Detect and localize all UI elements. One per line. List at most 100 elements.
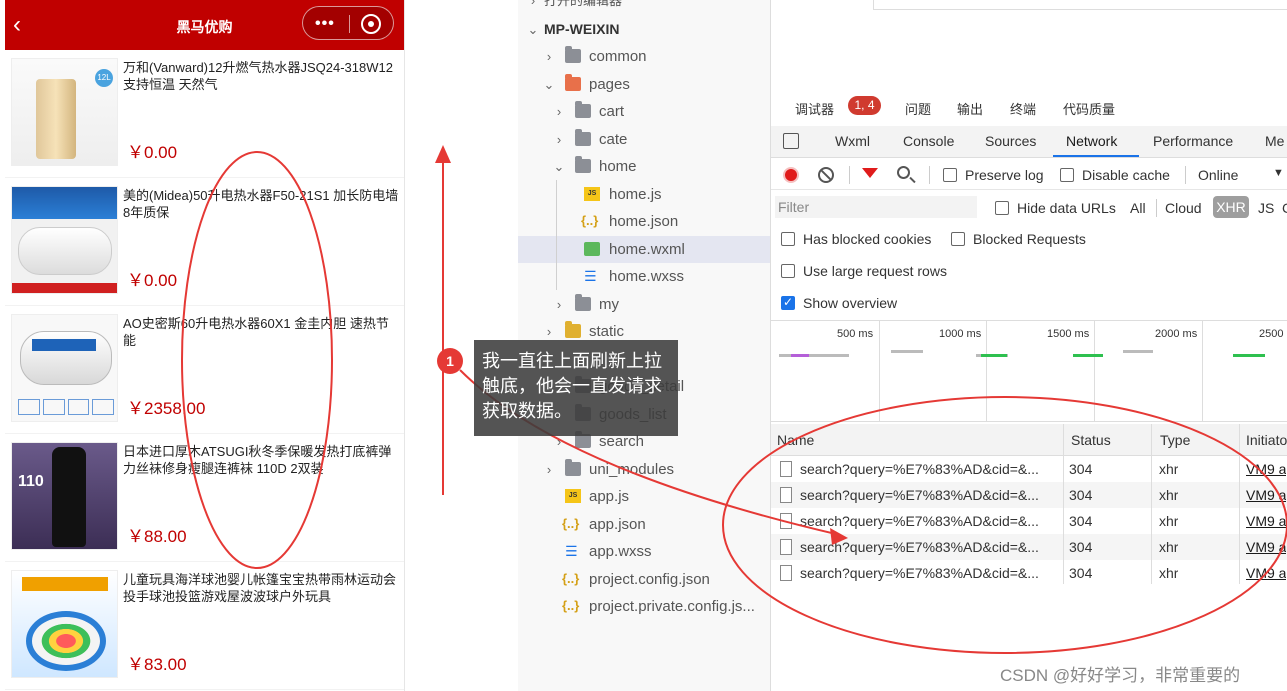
column-status[interactable]: Status (1071, 432, 1111, 448)
tree-item-cart[interactable]: › cart (518, 98, 770, 125)
filter-icon[interactable] (862, 168, 878, 178)
record-icon[interactable] (783, 167, 799, 183)
table-row[interactable]: search?query=%E7%83%AD&cid=&... 304 xhr … (771, 456, 1287, 482)
tree-item-project-config[interactable]: {..} project.config.json (518, 566, 770, 593)
filter-bar: Filter Hide data URLs All Cloud XHR JS C (771, 193, 1287, 223)
tree-item-cate[interactable]: › cate (518, 126, 770, 153)
large-rows-checkbox[interactable] (781, 264, 795, 278)
tree-item-my[interactable]: › my (518, 291, 770, 318)
goods-image (11, 314, 118, 422)
filter-input[interactable]: Filter (775, 196, 977, 218)
request-initiator[interactable]: VM9 a (1246, 461, 1286, 477)
request-initiator[interactable]: VM9 a (1246, 513, 1286, 529)
blocked-cookies-label: Has blocked cookies (803, 231, 932, 247)
document-icon (780, 539, 792, 555)
column-name[interactable]: Name (777, 432, 814, 448)
tab-wxml[interactable]: Wxml (835, 133, 870, 149)
tab-terminal[interactable]: 终端 (1010, 99, 1036, 118)
request-status: 304 (1069, 487, 1093, 503)
disable-cache-checkbox[interactable] (1060, 168, 1074, 182)
tree-item-app-json[interactable]: {..} app.json (518, 511, 770, 538)
request-status: 304 (1069, 539, 1093, 555)
tree-item-label: my (599, 296, 619, 313)
tree-item-uni-modules[interactable]: › uni_modules (518, 456, 770, 483)
devtools-panel: 调试器 1, 4 问题 输出 终端 代码质量 Wxml Console Sour… (770, 0, 1287, 691)
request-initiator[interactable]: VM9 a (1246, 565, 1286, 581)
type-filter-cloud[interactable]: Cloud (1165, 200, 1202, 216)
goods-item[interactable]: 12L 万和(Vanward)12升燃气热水器JSQ24-318W12支持恒温 … (5, 50, 404, 178)
goods-list: 12L 万和(Vanward)12升燃气热水器JSQ24-318W12支持恒温 … (5, 50, 404, 690)
request-initiator[interactable]: VM9 a (1246, 487, 1286, 503)
tab-code-quality[interactable]: 代码质量 (1063, 99, 1115, 118)
tree-item-home[interactable]: ⌄ home (518, 153, 770, 180)
more-dots-icon[interactable]: ••• (315, 15, 335, 33)
overview-gridline (1202, 321, 1203, 421)
folder-open-icon (575, 156, 591, 173)
goods-price: ￥2358.00 (127, 399, 206, 418)
tab-more[interactable]: Me (1265, 133, 1284, 149)
overview-bar (1073, 354, 1103, 357)
tree-item-label: home.json (609, 213, 679, 230)
table-row[interactable]: search?query=%E7%83%AD&cid=&... 304 xhr … (771, 534, 1287, 560)
wxss-file-icon: ☰ (565, 543, 578, 559)
type-filter-all[interactable]: All (1130, 200, 1146, 216)
table-row[interactable]: search?query=%E7%83%AD&cid=&... 304 xhr … (771, 482, 1287, 508)
goods-price: ￥88.00 (127, 527, 187, 546)
tree-root[interactable]: ⌄ MP-WEIXIN (518, 16, 770, 43)
tab-output[interactable]: 输出 (957, 99, 983, 118)
tab-problems[interactable]: 问题 (905, 99, 931, 118)
type-filter-css[interactable]: C (1282, 200, 1287, 216)
arrow-head-icon (435, 145, 451, 163)
chevron-right-icon: › (556, 132, 562, 147)
overview-gridline (879, 321, 880, 421)
open-editors-header[interactable]: › 打开的编辑器 (518, 0, 770, 14)
table-row[interactable]: search?query=%E7%83%AD&cid=&... 304 xhr … (771, 508, 1287, 534)
show-overview-checkbox[interactable] (781, 295, 795, 310)
column-initiator[interactable]: Initiato (1246, 432, 1287, 448)
tree-item-label: app.wxss (589, 543, 652, 560)
goods-item[interactable]: 110 日本进口厚木ATSUGI秋冬季保暖发热打底裤弹力丝袜修身瘦腿连裤袜 11… (5, 434, 404, 562)
target-icon[interactable] (361, 14, 381, 34)
type-filter-xhr[interactable]: XHR (1213, 196, 1249, 218)
blocked-options-row: Has blocked cookies Blocked Requests (771, 226, 1287, 254)
tab-network[interactable]: Network (1066, 133, 1117, 149)
tree-item-app-js[interactable]: JS app.js (518, 483, 770, 510)
folder-icon (575, 129, 591, 146)
goods-price: ￥0.00 (127, 143, 178, 162)
tree-item-project-private-config[interactable]: {..} project.private.config.js... (518, 593, 770, 620)
type-filter-js[interactable]: JS (1258, 200, 1274, 216)
preserve-log-checkbox[interactable] (943, 168, 957, 182)
large-rows-label: Use large request rows (803, 263, 947, 279)
blocked-cookies-checkbox[interactable] (781, 232, 795, 246)
json-file-icon: {..} (562, 571, 580, 586)
tree-item-app-wxss[interactable]: ☰ app.wxss (518, 538, 770, 565)
chevron-down-icon[interactable]: ▼ (1273, 167, 1284, 179)
throttle-select[interactable]: Online (1198, 167, 1238, 183)
tab-performance[interactable]: Performance (1153, 133, 1233, 149)
goods-item[interactable]: AO史密斯60升电热水器60X1 金圭内胆 速热节能 ￥2358.00 (5, 306, 404, 434)
clear-icon[interactable] (818, 167, 834, 183)
tab-debugger[interactable]: 调试器 (795, 99, 834, 118)
request-type: xhr (1159, 565, 1179, 581)
tree-item-label: home.wxss (609, 268, 685, 285)
inspect-element-icon[interactable] (783, 133, 799, 149)
tab-console[interactable]: Console (903, 133, 954, 149)
toolbar-divider (1185, 166, 1186, 184)
step-number-badge: 1 (437, 348, 463, 374)
tab-sources[interactable]: Sources (985, 133, 1036, 149)
table-header: Name Status Type Initiato (771, 424, 1287, 456)
hide-data-urls-label: Hide data URLs (1017, 200, 1116, 216)
column-type[interactable]: Type (1160, 432, 1190, 448)
goods-item[interactable]: 美的(Midea)50升电热水器F50-21S1 加长防电墙 8年质保 ￥0.0… (5, 178, 404, 306)
document-icon (780, 487, 792, 503)
search-icon[interactable] (897, 166, 910, 179)
goods-item[interactable]: 儿童玩具海洋球池婴儿帐篷宝宝热带雨林运动会投手球池投篮游戏屋波波球户外玩具 ￥8… (5, 562, 404, 690)
hide-data-urls-checkbox[interactable] (995, 201, 1009, 215)
table-row[interactable]: search?query=%E7%83%AD&cid=&... 304 xhr … (771, 560, 1287, 586)
tree-item-common[interactable]: › common (518, 43, 770, 70)
blocked-requests-checkbox[interactable] (951, 232, 965, 246)
tree-item-label: cart (599, 103, 625, 120)
wxss-file-icon: ☰ (584, 268, 597, 284)
tree-item-pages[interactable]: ⌄ pages (518, 71, 770, 98)
request-initiator[interactable]: VM9 a (1246, 539, 1286, 555)
